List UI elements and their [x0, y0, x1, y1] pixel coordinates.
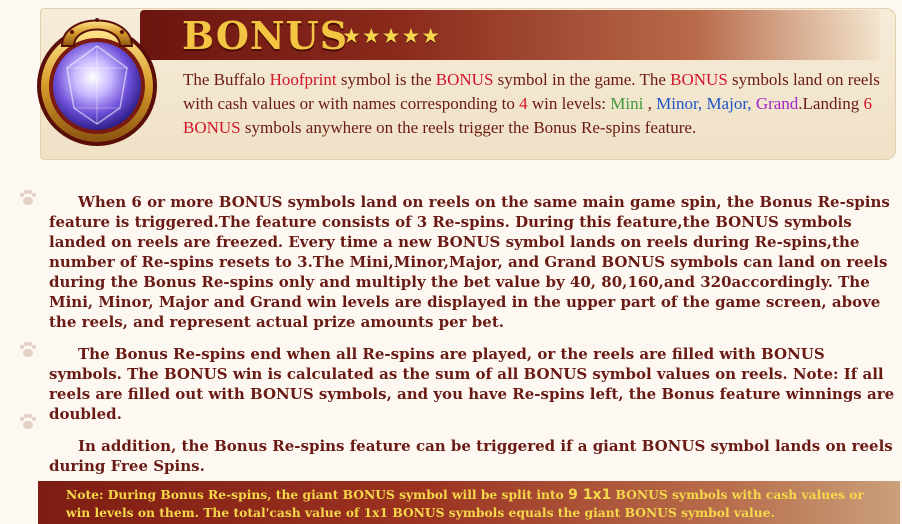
mini-level: Mini [610, 94, 644, 113]
grand-level: Grand [755, 94, 799, 113]
paw-print-icon [19, 413, 37, 429]
major-level: Major, [706, 94, 752, 113]
hoofprint-highlight: Hoofprint [269, 70, 337, 89]
paw-print-icon [19, 189, 37, 205]
minor-level: Minor, [656, 94, 703, 113]
horseshoe-gem-icon [37, 18, 157, 146]
bonus-intro-text: The Buffalo Hoofprint symbol is the BONU… [183, 70, 880, 137]
bonus-description: When 6 or more BONUS symbols land on ree… [49, 192, 895, 488]
paragraph-trigger: When 6 or more BONUS symbols land on ree… [49, 193, 890, 331]
note-text: Note: During Bonus Re-spins, the giant B… [66, 487, 864, 520]
rating-stars: ★★★★★ [342, 24, 442, 48]
bonus-title: BONUS [182, 13, 349, 58]
paragraph-end: The Bonus Re-spins end when all Re-spins… [49, 345, 895, 423]
paw-print-icon [19, 341, 37, 357]
paragraph-free-spins: In addition, the Bonus Re-spins feature … [49, 437, 893, 475]
